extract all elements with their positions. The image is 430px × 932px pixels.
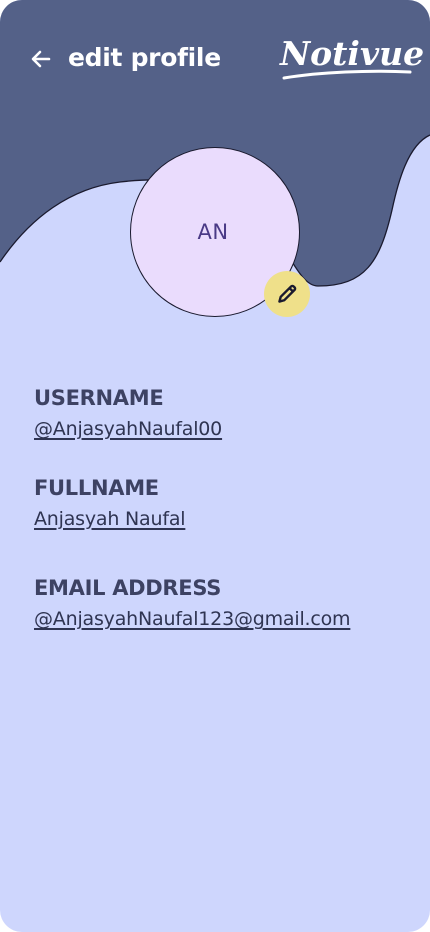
brand-swoosh-underline (282, 69, 412, 80)
email-label: EMAIL ADDRESS (34, 576, 222, 600)
page-title: edit profile (68, 43, 221, 72)
top-bar: edit profile Notivue (0, 0, 430, 120)
fullname-label: FULLNAME (34, 476, 159, 500)
pencil-icon (278, 284, 297, 303)
edit-avatar-button[interactable] (264, 271, 310, 317)
username-field: USERNAME @AnjasyahNaufal00 (34, 385, 222, 441)
edit-profile-screen: edit profile Notivue AN USERNAME @Anjasy… (0, 0, 430, 932)
arrow-left-icon (31, 50, 51, 68)
fullname-value[interactable]: Anjasyah Naufal (34, 507, 186, 531)
username-label: USERNAME (34, 386, 164, 410)
email-field: EMAIL ADDRESS @AnjasyahNaufal123@gmail.c… (34, 575, 351, 631)
avatar-initials: AN (197, 220, 229, 244)
email-value[interactable]: @AnjasyahNaufal123@gmail.com (34, 607, 351, 631)
username-value[interactable]: @AnjasyahNaufal00 (34, 417, 222, 441)
back-button[interactable] (26, 44, 56, 74)
fullname-field: FULLNAME Anjasyah Naufal (34, 475, 186, 531)
brand-logo: Notivue (280, 30, 424, 86)
